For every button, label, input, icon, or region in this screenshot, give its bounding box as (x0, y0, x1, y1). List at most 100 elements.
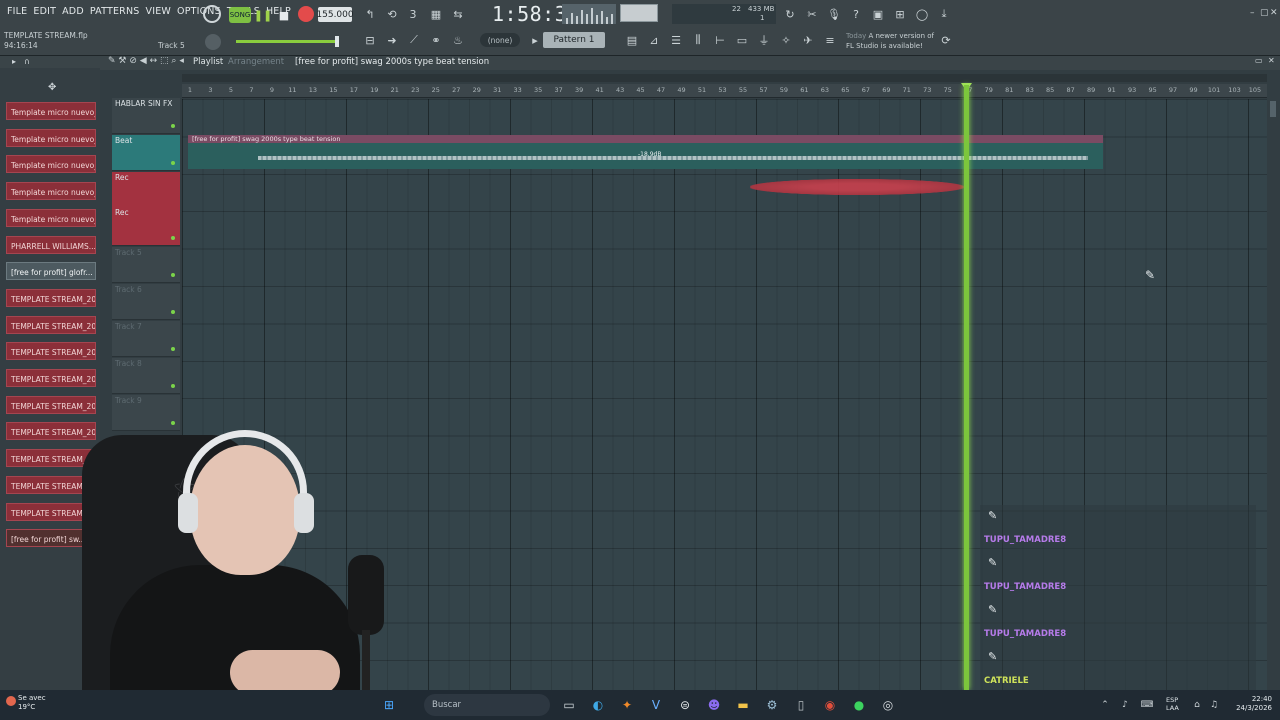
brush-icon[interactable]: ⟋ (406, 33, 422, 47)
piano-roll-icon[interactable]: ⊿ (646, 33, 662, 47)
browser-item[interactable]: Template micro nuevo_2... (6, 182, 96, 201)
weather-icon[interactable] (6, 696, 16, 706)
menu-view[interactable]: VIEW (143, 6, 175, 17)
snap-select[interactable]: (none) (480, 33, 520, 47)
language-indicator[interactable]: ESP LAA (1166, 696, 1179, 712)
discord-icon[interactable]: ☻ (705, 696, 723, 714)
menu-patterns[interactable]: PATTERNS (87, 6, 143, 17)
browser-item[interactable]: Template micro nuevo_2... (6, 102, 96, 120)
paint-icon[interactable]: ⚒ (118, 56, 126, 66)
app-icon[interactable]: ⊜ (676, 696, 694, 714)
playback-icon[interactable]: ◂ (179, 56, 184, 66)
plugin-db-icon[interactable]: ▭ (734, 33, 750, 47)
explorer-icon[interactable]: ▬ (734, 696, 752, 714)
undo-icon[interactable]: ↻ (782, 7, 798, 21)
metronome-knob-icon[interactable] (203, 5, 221, 23)
browser-item[interactable]: Template micro nuevo_2... (6, 128, 96, 147)
download-icon[interactable]: ⤓ (936, 7, 952, 21)
mic-icon[interactable]: 🎙 (826, 7, 842, 21)
song-mode-toggle[interactable]: SONG (229, 7, 251, 23)
cut-icon[interactable]: ✂ (804, 7, 820, 21)
horizontal-scrollbar[interactable] (182, 74, 1267, 82)
track-header[interactable]: Track 5 (112, 247, 180, 283)
vertical-scrollbar[interactable] (1270, 101, 1276, 117)
files-icon[interactable]: ▯ (792, 696, 810, 714)
browser-arrow-icon[interactable]: ▸ (12, 57, 16, 66)
step-edit-icon[interactable]: ↰ (362, 7, 378, 21)
browser-item[interactable]: Template micro nuevo_2... (6, 208, 96, 227)
browser-item[interactable]: Template micro nuevo_2... (6, 155, 96, 174)
master-pitch-knob-icon[interactable] (205, 34, 221, 50)
arrow-right-icon[interactable]: ➜ (384, 33, 400, 47)
channel-rack-icon[interactable]: ☰ (668, 33, 684, 47)
save-icon[interactable]: ▣ (870, 7, 886, 21)
chrome-icon[interactable]: ◉ (821, 696, 839, 714)
news-refresh-icon[interactable]: ⟳ (938, 33, 954, 47)
steam-icon[interactable]: ⚙ (763, 696, 781, 714)
pattern-selector[interactable]: Pattern 1 (543, 32, 605, 48)
record-icon[interactable] (298, 6, 314, 22)
playlist-tools[interactable]: ✎ ⚒ ⊘ ◀ ↔ ⬚ ⌕ ◂ (108, 56, 184, 66)
chat-icon[interactable]: ◯ (914, 7, 930, 21)
blend-notes-icon[interactable]: ▦ (428, 7, 444, 21)
browser-item[interactable]: TEMPLATE STREAM_2026-... (6, 369, 96, 387)
edge-icon[interactable]: ◐ (589, 696, 607, 714)
pause-icon[interactable]: ❚❚ (254, 6, 272, 24)
slip-icon[interactable]: ↔ (150, 56, 158, 66)
track-header[interactable]: Beat (112, 135, 180, 171)
browser-item[interactable]: TEMPLATE STREAM_2026-... (6, 395, 96, 414)
tools-icon[interactable]: ✈ (800, 33, 816, 47)
playlist-close-icon[interactable]: ✕ (1268, 56, 1275, 65)
browser-item[interactable]: TEMPLATE STREAM_2026-... (6, 288, 96, 307)
mute-icon[interactable]: ◀ (140, 56, 147, 66)
browser-item[interactable]: TEMPLATE STREAM_2026-... (6, 342, 96, 361)
close-icon[interactable]: ✕ (1270, 8, 1278, 18)
playlist-minimize-icon[interactable]: ▭ (1255, 56, 1263, 65)
browser-item[interactable]: PHARRELL WILLIAMS... (6, 235, 96, 254)
mixer-icon[interactable]: ⫼ (690, 33, 706, 47)
track-header[interactable]: Track 6 (112, 284, 180, 320)
browser-magnet-icon[interactable]: ∩ (24, 57, 30, 66)
list-icon[interactable]: ≡ (822, 33, 838, 47)
browser-item[interactable]: [free for profit] glofr... (6, 262, 96, 281)
task-view-icon[interactable]: ▭ (560, 696, 578, 714)
playlist-icon[interactable]: ▤ (624, 33, 640, 47)
playlist-arrangement[interactable]: Arrangement (228, 57, 284, 67)
obs-icon[interactable]: ◎ (879, 696, 897, 714)
tray-chevron-icon[interactable]: ⌃ (1096, 696, 1114, 714)
track-enable-led-icon[interactable] (171, 384, 175, 388)
countdown-icon[interactable]: 3 (405, 7, 421, 21)
select-icon[interactable]: ⬚ (160, 56, 169, 66)
browser-item[interactable]: TEMPLATE STREAM_2026-... (6, 315, 96, 334)
network-icon[interactable]: ⌂ (1188, 696, 1206, 714)
spotify-icon[interactable]: ● (850, 696, 868, 714)
plugin-picker-icon[interactable]: ⏚ (756, 33, 772, 47)
tempo-display[interactable]: 155.000 (316, 7, 354, 22)
track-enable-led-icon[interactable] (171, 273, 175, 277)
track-enable-led-icon[interactable] (171, 310, 175, 314)
maximize-icon[interactable]: ▢ (1260, 8, 1269, 18)
link-icon[interactable]: ⚭ (428, 33, 444, 47)
weather-widget[interactable]: Se avec 19°C (18, 694, 46, 712)
wait-input-icon[interactable]: ⇆ (450, 7, 466, 21)
minimize-icon[interactable]: – (1250, 8, 1255, 18)
track-enable-led-icon[interactable] (171, 124, 175, 128)
stop-icon[interactable]: ■ (276, 6, 292, 24)
playhead[interactable] (964, 85, 969, 690)
menu-file[interactable]: FILE (4, 6, 30, 17)
track-header[interactable]: HABLAR SIN FX (112, 98, 180, 134)
stamp-icon[interactable]: ♨ (450, 33, 466, 47)
playlist-pattern-name[interactable]: [free for profit] swag 2000s type beat t… (295, 57, 489, 67)
volume-icon[interactable]: ♫ (1205, 696, 1223, 714)
timeline-ruler[interactable]: 1 3 5 7 9 11 13 15 17 19 21 23 25 27 29 31 33 35 37 39 41 43 4… (182, 84, 1267, 98)
track-enable-led-icon[interactable] (171, 161, 175, 165)
master-volume-slider[interactable] (236, 36, 339, 47)
plugin-icon[interactable]: ⊞ (892, 7, 908, 21)
delete-icon[interactable]: ⊘ (129, 56, 137, 66)
track-header[interactable]: Rec Rec (112, 172, 180, 246)
pattern-arrow-icon[interactable]: ▸ (527, 33, 543, 47)
taskbar-search[interactable]: Buscar (424, 694, 550, 716)
fl-studio-icon[interactable]: ✦ (618, 696, 636, 714)
news-panel[interactable]: Today A newer version of FL Studio is av… (846, 31, 934, 51)
menu-add[interactable]: ADD (59, 6, 87, 17)
